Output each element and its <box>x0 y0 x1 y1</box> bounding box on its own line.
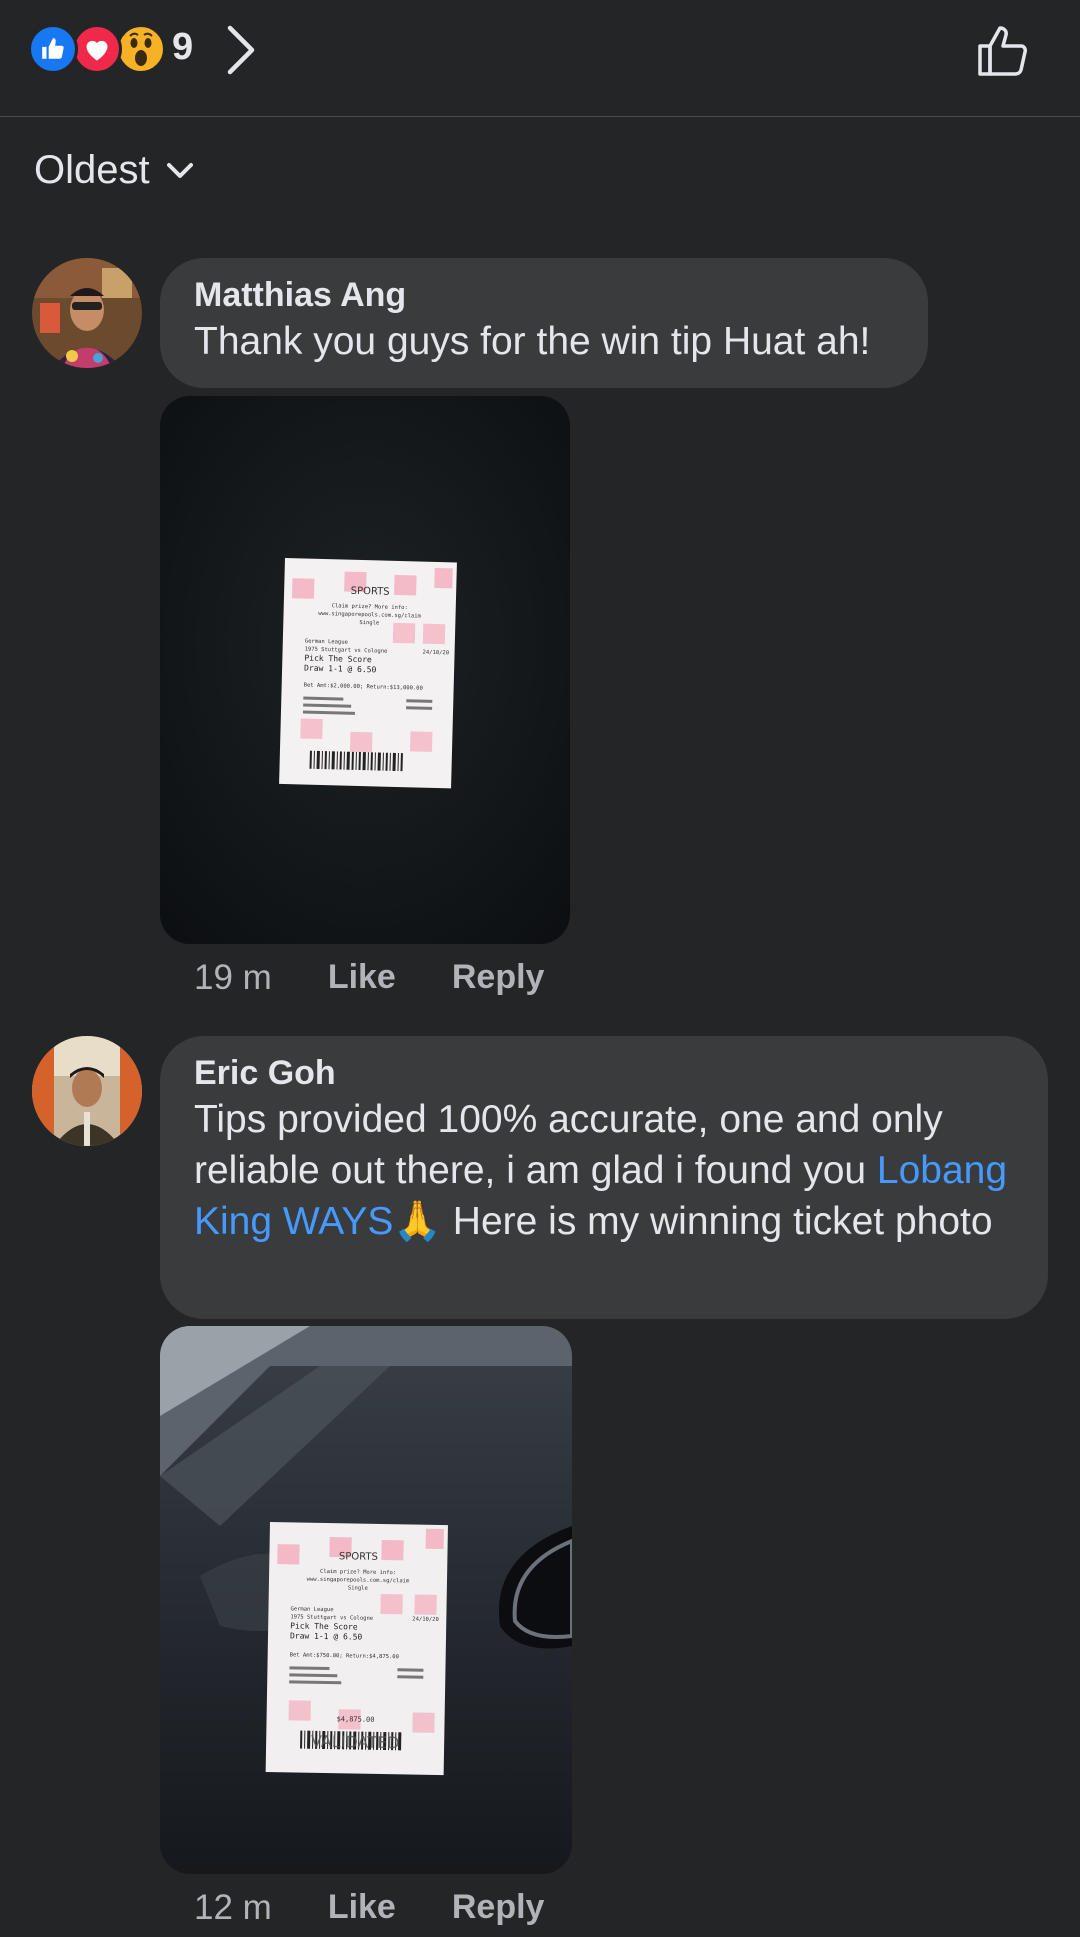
ticket-line: Pick The Score <box>290 1621 358 1631</box>
ticket-image: SPORTS Claim prize? More info: www.singa… <box>265 1522 448 1776</box>
ticket-line: 24/10/20 <box>412 1616 439 1622</box>
ticket-header: SPORTS <box>339 1551 378 1563</box>
ticket-line: Single <box>359 620 379 627</box>
comment-text: Thank you guys for the win tip Huat ah! <box>194 320 871 363</box>
ticket-line: 24/10/20 <box>422 650 449 657</box>
wow-icon <box>116 24 166 74</box>
ticket-line: German League <box>290 1606 333 1613</box>
ticket-line: Pick The Score <box>304 654 372 665</box>
ticket-line: Single <box>348 1585 368 1591</box>
ticket-line: German League <box>305 639 348 646</box>
sort-label: Oldest <box>34 148 150 192</box>
ticket-line: $4,875.00 <box>337 1715 375 1724</box>
sort-dropdown[interactable]: Oldest <box>34 148 194 193</box>
ticket-header: SPORTS <box>351 586 390 598</box>
chevron-right-icon[interactable] <box>222 22 260 78</box>
comment-text-part: Tips provided 100% accurate, one and onl… <box>194 1098 943 1192</box>
comment-photo[interactable]: SPORTS Claim prize? More info: www.singa… <box>160 396 570 944</box>
ticket-stamp: VALIDATED <box>311 1732 400 1753</box>
love-icon <box>72 24 122 74</box>
comment-time[interactable]: 12 m <box>194 1888 272 1928</box>
comment-bubble[interactable]: Matthias Ang Thank you guys for the win … <box>160 258 928 388</box>
comment-text-part: Here is my winning ticket photo <box>441 1200 993 1243</box>
reactions-bar: 9 <box>0 0 1080 117</box>
comment-actions: 19 m Like Reply <box>194 958 600 998</box>
comment-author[interactable]: Matthias Ang <box>194 274 894 316</box>
like-button[interactable]: Like <box>328 1888 396 1928</box>
comment-author[interactable]: Eric Goh <box>194 1052 1014 1094</box>
reply-button[interactable]: Reply <box>452 1888 545 1928</box>
comment-time[interactable]: 19 m <box>194 958 272 998</box>
reaction-count[interactable]: 9 <box>172 26 193 69</box>
comment-text: Tips provided 100% accurate, one and onl… <box>194 1094 1014 1247</box>
like-button[interactable]: Like <box>328 958 396 998</box>
comment-actions: 12 m Like Reply <box>194 1888 600 1928</box>
reply-button[interactable]: Reply <box>452 958 545 998</box>
avatar[interactable] <box>32 1036 142 1146</box>
like-post-icon[interactable] <box>974 20 1034 80</box>
pray-emoji-icon: 🙏 <box>393 1200 442 1243</box>
ticket-line: Draw 1-1 @ 6.50 <box>290 1631 363 1641</box>
ticket-line: Draw 1-1 @ 6.50 <box>304 664 377 675</box>
ticket-image: SPORTS Claim prize? More info: www.singa… <box>279 558 457 789</box>
like-icon <box>28 24 78 74</box>
comment-bubble[interactable]: Eric Goh Tips provided 100% accurate, on… <box>160 1036 1048 1319</box>
chevron-down-icon <box>166 162 193 178</box>
comment-photo[interactable]: SPORTS Claim prize? More info: www.singa… <box>160 1326 572 1874</box>
avatar[interactable] <box>32 258 142 368</box>
